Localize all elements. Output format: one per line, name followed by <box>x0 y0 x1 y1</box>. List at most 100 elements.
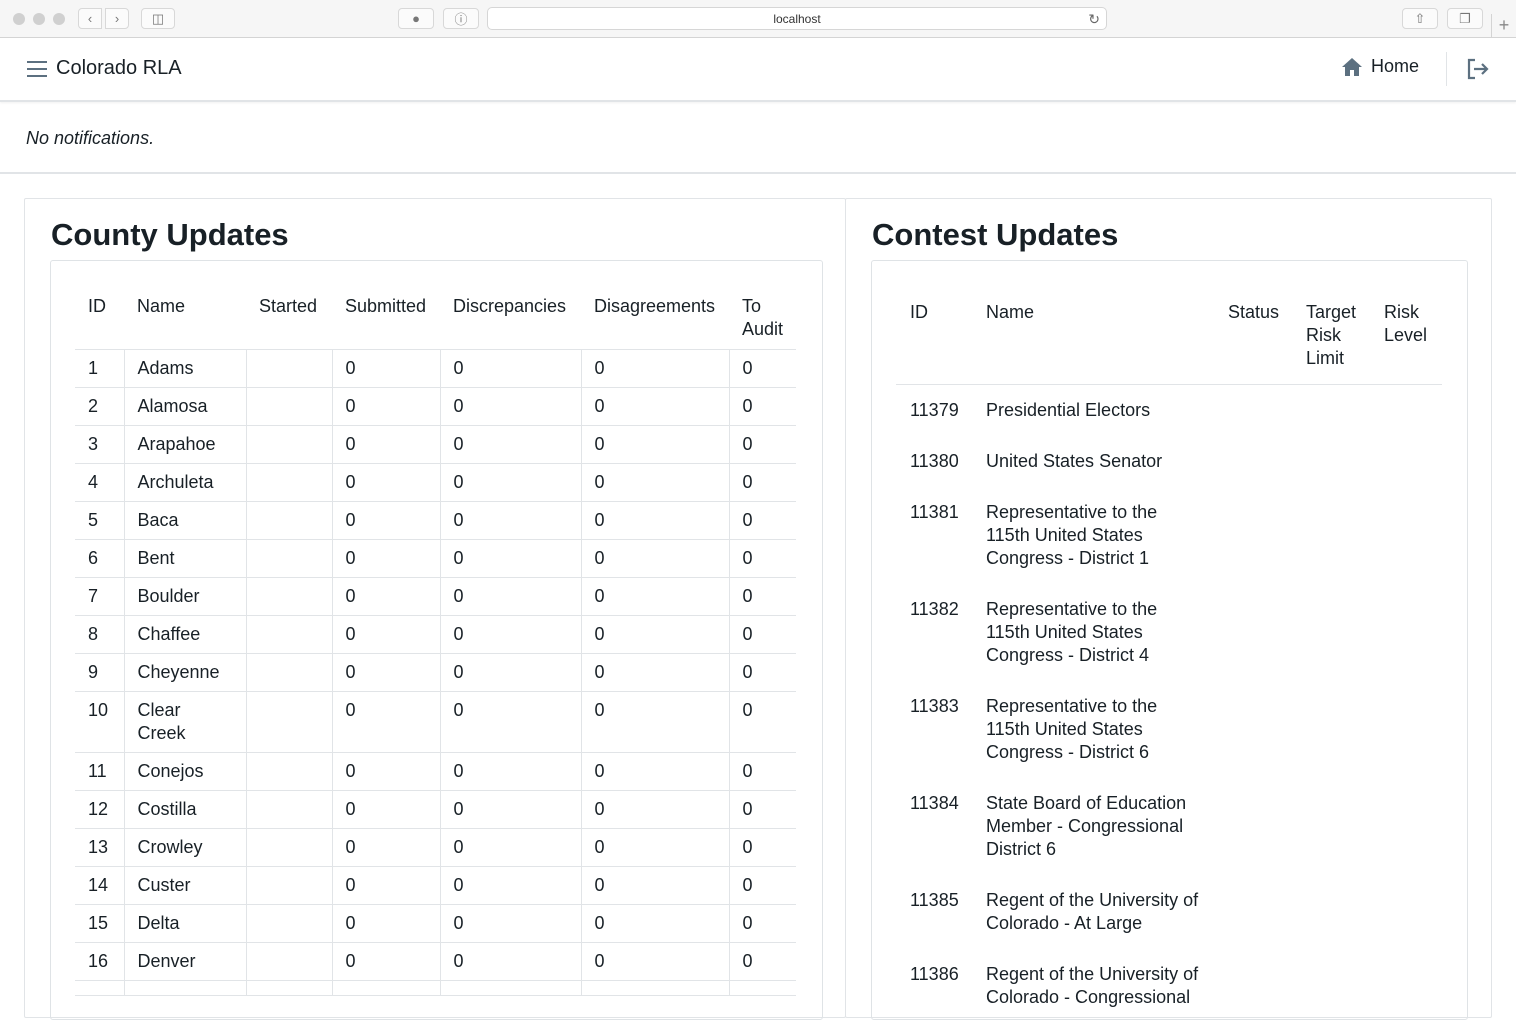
county-table-column-header: Submitted <box>332 293 440 350</box>
county-table-cell: 0 <box>439 539 581 578</box>
notification-text: No notifications. <box>26 128 155 148</box>
county-table-cell: 0 <box>439 501 581 540</box>
county-table-cell: 0 <box>728 691 796 753</box>
contest-table-cell: 11381 <box>910 502 959 522</box>
address-bar[interactable]: localhost ↻ <box>487 7 1107 30</box>
contest-updates-title: Contest Updates <box>872 217 1119 252</box>
zoom-window-icon[interactable] <box>53 13 65 25</box>
share-icon[interactable]: ⇧ <box>1402 8 1438 29</box>
new-tab-icon[interactable]: + <box>1491 14 1516 38</box>
contest-table-cell <box>1292 778 1370 875</box>
county-table-cell <box>245 615 332 654</box>
sidebar-icon[interactable]: ◫ <box>141 8 175 29</box>
forward-icon[interactable]: › <box>105 8 129 29</box>
county-table-cell: Chaffee <box>123 615 246 654</box>
county-table-cell: 0 <box>728 653 796 692</box>
county-table-cell: 0 <box>331 501 440 540</box>
contest-updates-card: ID Name Status Target Risk Limit Risk Level … <box>871 260 1468 1020</box>
contest-table-cell: Presidential Electors <box>986 400 1151 420</box>
county-table-cell: Bent <box>123 539 246 578</box>
county-table-row: 4 Archuleta 0 0 0 0 <box>75 463 796 502</box>
county-table-cell: 0 <box>331 653 440 692</box>
county-table-cell: 9 <box>75 653 124 692</box>
contest-table-cell: 11385 <box>910 890 959 910</box>
county-table-cell: 0 <box>331 463 440 502</box>
county-table-row: 2 Alamosa 0 0 0 0 <box>75 387 796 426</box>
county-updates-card: ID Name Started Submitted Discrepancies Disag… <box>50 260 823 1020</box>
county-table-row: 6 Bent 0 0 0 0 <box>75 539 796 578</box>
county-table-cell <box>728 980 796 996</box>
county-table-column-header: Discrepancies <box>440 293 581 350</box>
county-table-cell: 0 <box>331 615 440 654</box>
contest-table-cell: 11380 <box>910 451 959 471</box>
county-table-cell: 0 <box>439 691 581 753</box>
county-table-cell: 0 <box>580 828 729 867</box>
tabs-overview-icon[interactable]: ❐ <box>1447 8 1483 29</box>
county-table-cell: 6 <box>75 539 124 578</box>
contest-table-cell <box>1292 487 1370 584</box>
contest-table-cell <box>1292 949 1370 1023</box>
contest-table-cell <box>1214 778 1292 875</box>
county-table-cell: 0 <box>728 539 796 578</box>
county-table-cell: 0 <box>580 942 729 981</box>
county-table-cell: 13 <box>75 828 124 867</box>
county-updates-panel: County Updates ID Name Started Submitted Dis… <box>24 198 846 1020</box>
county-table-cell <box>245 463 332 502</box>
app-title: Colorado RLA <box>56 57 182 79</box>
county-table-cell: Delta <box>123 904 246 943</box>
county-table-cell: 0 <box>331 691 440 753</box>
menu-icon[interactable] <box>27 61 47 77</box>
contest-table-cell: Regent of the University of Colorado - C… <box>986 964 1199 1007</box>
county-table-column-header: To Audit <box>729 293 796 350</box>
contest-table-cell <box>1214 487 1292 584</box>
contest-table-cell <box>1370 584 1442 681</box>
county-table-cell: 0 <box>331 349 440 388</box>
contest-table-cell: 11379 <box>910 400 959 420</box>
county-table-cell: 0 <box>331 904 440 943</box>
minimize-window-icon[interactable] <box>33 13 45 25</box>
county-table-cell: 0 <box>439 828 581 867</box>
county-table-cell <box>245 501 332 540</box>
back-icon[interactable]: ‹ <box>78 8 102 29</box>
contest-table-cell: 11383 <box>910 696 959 716</box>
county-table-column-header: Started <box>246 293 332 350</box>
contest-table-cell: 11384 <box>910 793 959 813</box>
logout-icon[interactable] <box>1466 58 1490 80</box>
county-table-cell: Adams <box>123 349 246 388</box>
county-table-cell: 1 <box>75 349 124 388</box>
adblock-icon[interactable]: ● <box>398 8 434 29</box>
contest-table-cell <box>1370 949 1442 1023</box>
contest-table-row: 11379 Presidential Electors <box>896 385 1442 437</box>
county-table-row: 14 Custer 0 0 0 0 <box>75 866 796 905</box>
county-table-cell <box>245 752 332 791</box>
home-label: Home <box>1371 56 1420 76</box>
info-icon[interactable]: ⓘ <box>443 8 479 29</box>
contest-table-cell: Representative to the 115th United State… <box>986 502 1158 568</box>
home-button[interactable]: Home <box>1341 56 1419 77</box>
reload-icon[interactable]: ↻ <box>1088 11 1100 28</box>
county-table-cell: 3 <box>75 425 124 464</box>
county-table-cell: 0 <box>580 752 729 791</box>
county-table-row: 11 Conejos 0 0 0 0 <box>75 752 796 791</box>
county-table-cell: 0 <box>331 425 440 464</box>
close-window-icon[interactable] <box>13 13 25 25</box>
county-table-cell: Arapahoe <box>123 425 246 464</box>
county-table-cell: 0 <box>728 942 796 981</box>
county-table-cell: 0 <box>728 828 796 867</box>
contest-table-cell: 11382 <box>910 599 959 619</box>
county-table-cell: Denver <box>123 942 246 981</box>
home-icon <box>1342 57 1362 76</box>
contest-table-cell: State Board of Education Member - Congre… <box>986 793 1187 859</box>
county-table-cell <box>245 577 332 616</box>
county-table-cell: Costilla <box>123 790 246 829</box>
contest-table-cell <box>1214 949 1292 1023</box>
county-table-cell: 0 <box>580 790 729 829</box>
county-table-row: 10 Clear Creek 0 0 0 0 <box>75 691 796 753</box>
county-table-cell: 0 <box>580 501 729 540</box>
contest-table-cell: Representative to the 115th United State… <box>986 599 1158 665</box>
county-table-cell: 0 <box>331 577 440 616</box>
county-table-cell <box>123 980 246 996</box>
county-table-cell: 0 <box>580 653 729 692</box>
county-table-cell <box>245 539 332 578</box>
county-table-cell: 16 <box>75 942 124 981</box>
